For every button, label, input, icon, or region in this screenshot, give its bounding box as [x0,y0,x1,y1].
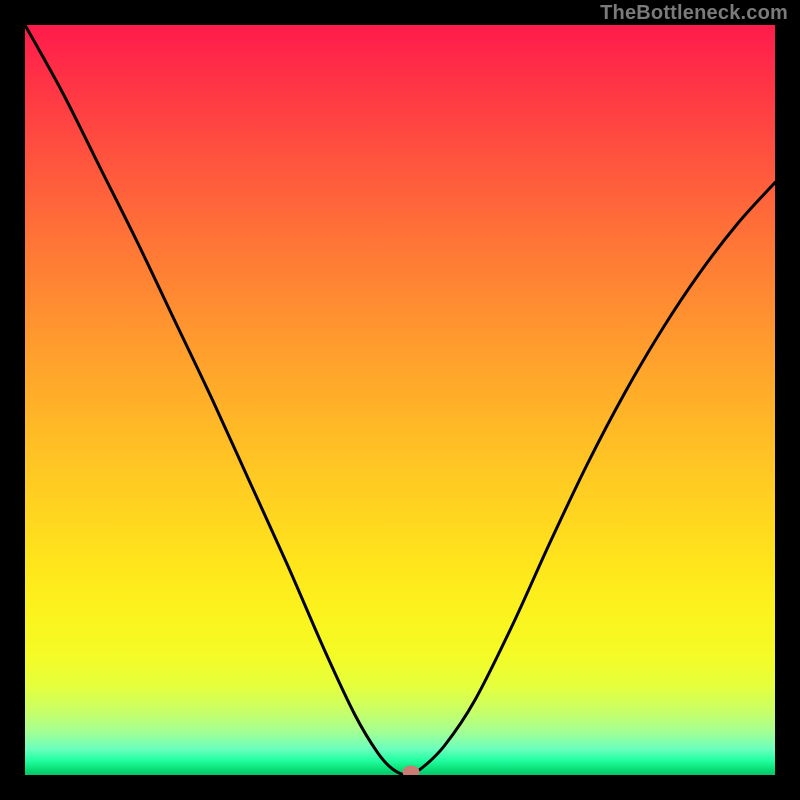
optimal-point-marker [403,766,420,776]
watermark-text: TheBottleneck.com [600,2,788,25]
plot-area [25,25,775,775]
bottleneck-curve [25,25,775,775]
chart-container: TheBottleneck.com [0,0,800,800]
